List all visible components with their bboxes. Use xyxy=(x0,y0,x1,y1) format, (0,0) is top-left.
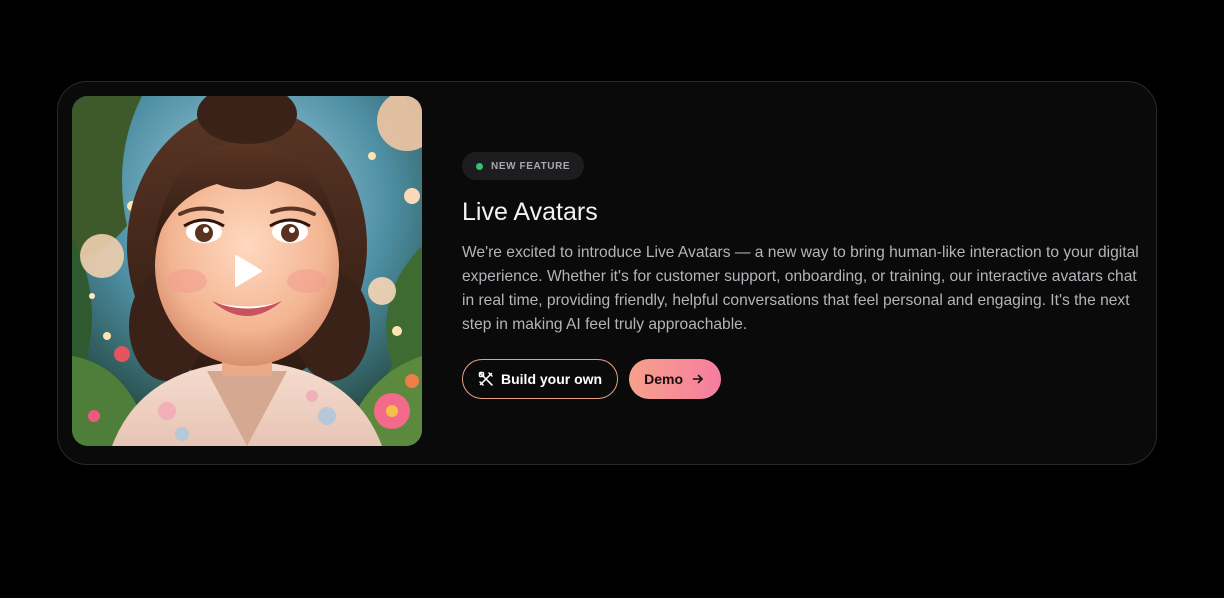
feature-content: NEW FEATURE Live Avatars We're excited t… xyxy=(462,152,1152,399)
new-feature-badge: NEW FEATURE xyxy=(462,152,585,180)
play-button[interactable] xyxy=(226,251,266,291)
build-your-own-label: Build your own xyxy=(501,371,603,387)
build-your-own-button[interactable]: Build your own xyxy=(462,359,619,399)
arrow-right-icon xyxy=(691,372,705,386)
status-dot xyxy=(476,162,483,170)
action-buttons: Build your own Demo xyxy=(462,359,1152,399)
avatar-video[interactable] xyxy=(72,96,422,446)
feature-card: NEW FEATURE Live Avatars We're excited t… xyxy=(57,81,1157,465)
demo-button[interactable]: Demo xyxy=(629,359,722,399)
feature-title: Live Avatars xyxy=(462,198,598,226)
play-icon xyxy=(235,255,262,287)
demo-label: Demo xyxy=(644,371,684,387)
tools-icon xyxy=(478,371,494,387)
badge-label: NEW FEATURE xyxy=(491,160,571,172)
feature-description: We're excited to introduce Live Avatars … xyxy=(462,244,1139,333)
